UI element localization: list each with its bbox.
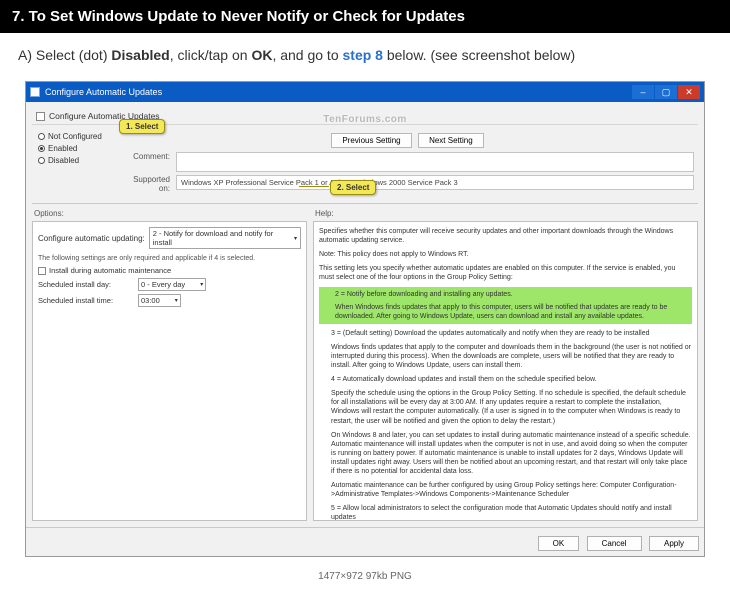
apply-button[interactable]: Apply	[649, 536, 699, 551]
configure-dropdown[interactable]: 2 - Notify for download and notify for i…	[149, 227, 301, 249]
highlighted-option: 2 = Notify before downloading and instal…	[319, 287, 692, 323]
policy-icon	[36, 112, 45, 121]
options-header: Options:	[32, 209, 307, 218]
next-setting-button[interactable]: Next Setting	[418, 133, 484, 148]
options-panel: Configure automatic updating: 2 - Notify…	[32, 221, 307, 521]
cancel-button[interactable]: Cancel	[587, 536, 642, 551]
configure-label: Configure automatic updating:	[38, 234, 145, 243]
ok-button[interactable]: OK	[538, 536, 580, 551]
supported-label: Supported on:	[121, 175, 176, 193]
chevron-down-icon: ▾	[175, 297, 178, 304]
dialog-footer: OK Cancel Apply	[26, 527, 704, 556]
comment-input[interactable]	[176, 152, 694, 172]
chevron-down-icon: ▾	[294, 235, 297, 242]
previous-setting-button[interactable]: Previous Setting	[331, 133, 411, 148]
screenshot-container: TenForums.com 1. Select 2. Select Config…	[25, 81, 705, 557]
callout-select-2: 2. Select	[330, 180, 376, 195]
install-time-label: Scheduled install time:	[38, 296, 138, 305]
image-metadata: 1477×972 97kb PNG	[0, 567, 730, 596]
step-header: 7. To Set Windows Update to Never Notify…	[0, 0, 730, 33]
help-header: Help:	[313, 209, 698, 218]
radio-disabled[interactable]: Disabled	[38, 156, 115, 165]
close-button[interactable]: ✕	[678, 85, 700, 99]
install-day-label: Scheduled install day:	[38, 280, 138, 289]
options-note: The following settings are only required…	[38, 255, 301, 262]
window-titlebar: Configure Automatic Updates – ▢ ✕	[26, 82, 704, 102]
install-time-dropdown[interactable]: 03:00▾	[138, 294, 181, 307]
maximize-button[interactable]: ▢	[655, 85, 677, 99]
radio-not-configured[interactable]: Not Configured	[38, 132, 115, 141]
minimize-button[interactable]: –	[632, 85, 654, 99]
callout-select-1: 1. Select	[119, 119, 165, 134]
window-title: Configure Automatic Updates	[45, 87, 632, 97]
chevron-down-icon: ▾	[200, 281, 203, 288]
comment-label: Comment:	[121, 152, 176, 161]
supported-value: Windows XP Professional Service Pack 1 o…	[176, 175, 694, 190]
watermark: TenForums.com	[323, 114, 407, 125]
maintenance-checkbox[interactable]: Install during automatic maintenance	[38, 266, 301, 275]
install-day-dropdown[interactable]: 0 - Every day▾	[138, 278, 206, 291]
radio-enabled[interactable]: Enabled	[38, 144, 115, 153]
window-icon	[30, 87, 40, 97]
step-link[interactable]: step 8	[343, 47, 383, 63]
help-panel[interactable]: Specifies whether this computer will rec…	[313, 221, 698, 521]
state-radio-group: Not Configured Enabled Disabled	[32, 128, 117, 198]
instruction-text: A) Select (dot) Disabled, click/tap on O…	[0, 33, 730, 81]
